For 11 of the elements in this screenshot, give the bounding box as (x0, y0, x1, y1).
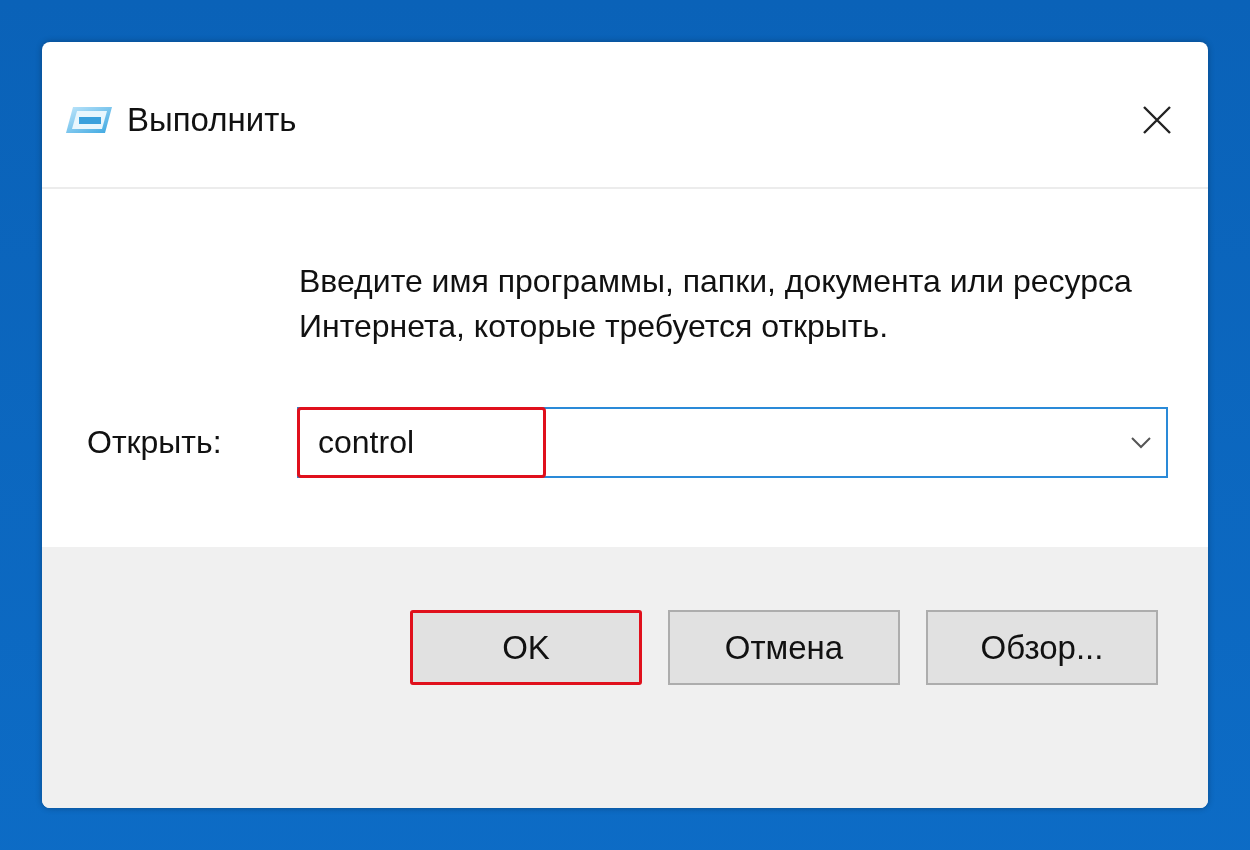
caret-icon (1130, 435, 1152, 450)
dialog-button[interactable]: Отмена (668, 610, 900, 685)
input-field[interactable]: control (297, 407, 546, 478)
window-title: Выполнить (127, 100, 298, 139)
open-combobox[interactable]: control (297, 407, 1168, 478)
dialog-button[interactable]: Обзор... (926, 610, 1158, 685)
dialog-button[interactable]: OK (410, 610, 642, 685)
run-icon (65, 104, 113, 135)
open-label: Открыть: (87, 424, 223, 461)
close-icon (1142, 104, 1172, 135)
prompt-text: Введите имя программы, папки, документа или ресурса Интернета, которые требуется открыть. (299, 262, 1133, 346)
